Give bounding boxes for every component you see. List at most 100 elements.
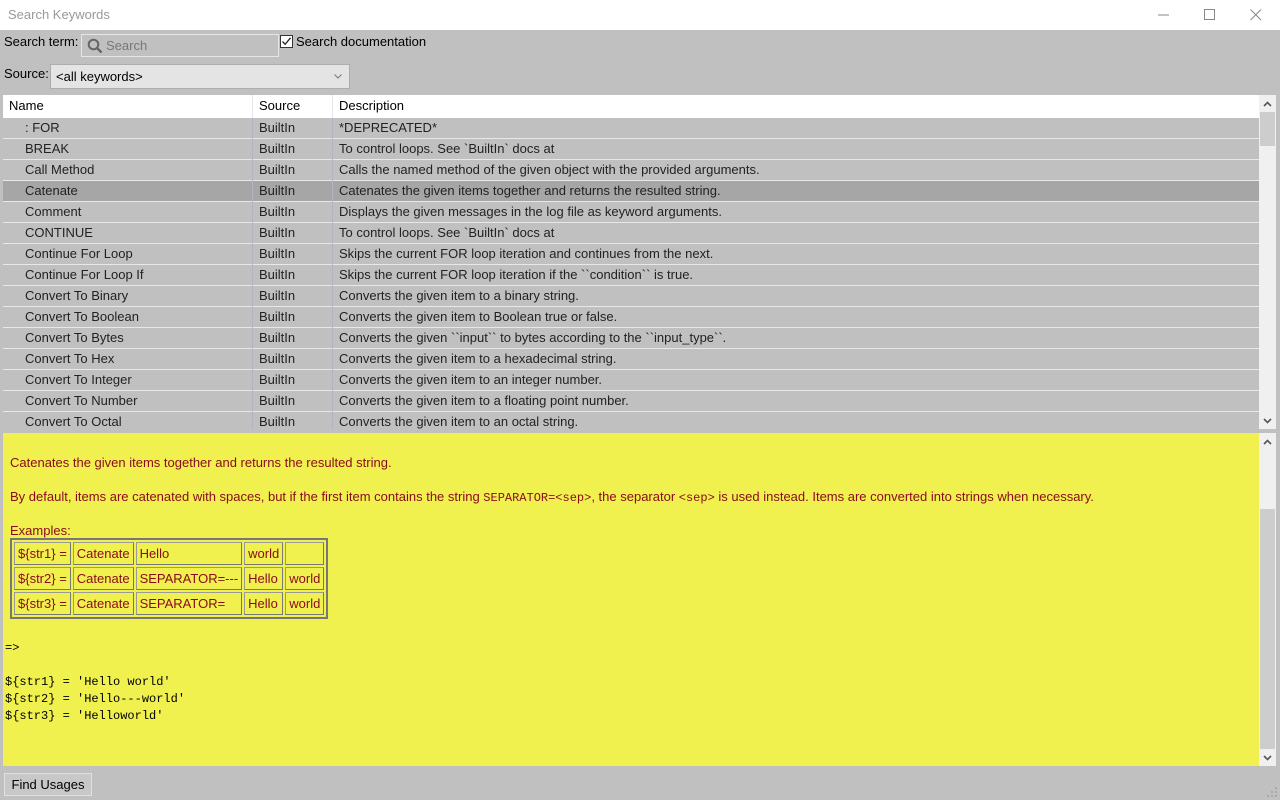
column-divider bbox=[252, 328, 253, 349]
scroll-up-button[interactable] bbox=[1259, 95, 1276, 112]
table-row[interactable]: Convert To Binary BuiltIn Converts the giv… bbox=[3, 286, 1259, 307]
cell-description: Converts the given item to a binary stri… bbox=[339, 288, 579, 303]
source-dropdown[interactable]: <all keywords> bbox=[50, 64, 350, 89]
doc-text: , the separator bbox=[591, 489, 679, 504]
column-divider bbox=[252, 244, 253, 265]
cell-source: BuiltIn bbox=[259, 120, 296, 135]
source-label: Source: bbox=[4, 66, 49, 81]
cell-description: Catenates the given items together and r… bbox=[339, 183, 721, 198]
title-bar: Search Keywords bbox=[0, 0, 1280, 30]
column-divider bbox=[332, 286, 333, 307]
doc-paragraph: By default, items are catenated with spa… bbox=[10, 489, 1094, 505]
table-scrollbar[interactable] bbox=[1259, 95, 1276, 429]
examples-table: ${str1} = Catenate Hello world ${str2} = Cate… bbox=[10, 538, 329, 619]
example-row: ${str1} = Catenate Hello world bbox=[14, 542, 325, 565]
column-divider bbox=[252, 370, 253, 391]
example-cell: ${str1} = bbox=[14, 542, 71, 565]
table-row[interactable]: Convert To Bytes BuiltIn Converts the give… bbox=[3, 328, 1259, 349]
cell-name: Convert To Boolean bbox=[25, 309, 139, 324]
cell-description: Skips the current FOR loop iteration if … bbox=[339, 267, 694, 282]
cell-name: Continue For Loop bbox=[25, 246, 133, 261]
doc-text: is used instead. Items are converted int… bbox=[714, 489, 1094, 504]
example-row: ${str3} = Catenate SEPARATOR= Hello world bbox=[14, 592, 325, 615]
minimize-button[interactable] bbox=[1141, 0, 1187, 30]
column-divider bbox=[252, 307, 253, 328]
table-row[interactable]: Comment BuiltIn Displays the given message… bbox=[3, 202, 1259, 223]
table-row[interactable]: Catenate BuiltIn Catenates the given items… bbox=[3, 181, 1259, 202]
cell-description: *DEPRECATED* bbox=[339, 120, 438, 135]
cell-name: Call Method bbox=[25, 162, 95, 177]
close-icon bbox=[1250, 9, 1262, 21]
scroll-up-button[interactable] bbox=[1259, 433, 1276, 450]
doc-text: By default, items are catenated with spa… bbox=[10, 489, 484, 504]
example-cell: world bbox=[244, 542, 284, 565]
example-cell: ${str3} = bbox=[14, 592, 71, 615]
column-divider bbox=[252, 118, 253, 139]
close-button[interactable] bbox=[1233, 0, 1279, 30]
example-cell: world bbox=[285, 567, 325, 590]
table-row[interactable]: Convert To Octal BuiltIn Converts the give… bbox=[3, 412, 1259, 429]
column-header-description[interactable]: Description bbox=[339, 98, 404, 113]
cell-description: To control loops. See `BuiltIn` docs at bbox=[339, 225, 555, 240]
column-header-name[interactable]: Name bbox=[9, 98, 44, 113]
example-cell: ${str2} = bbox=[14, 567, 71, 590]
cell-name: BREAK bbox=[25, 141, 70, 156]
window-title: Search Keywords bbox=[8, 7, 110, 22]
example-cell: SEPARATOR= bbox=[135, 592, 243, 615]
cell-name: : FOR bbox=[25, 120, 60, 135]
scroll-thumb[interactable] bbox=[1260, 509, 1275, 749]
find-usages-button[interactable]: Find Usages bbox=[4, 773, 92, 796]
scroll-down-button[interactable] bbox=[1259, 749, 1276, 766]
doc-summary: Catenates the given items together and r… bbox=[10, 455, 392, 470]
column-divider bbox=[332, 412, 333, 429]
chevron-down-icon bbox=[334, 74, 342, 79]
scroll-thumb[interactable] bbox=[1260, 112, 1275, 146]
table-row[interactable]: : FOR BuiltIn *DEPRECATED* bbox=[3, 118, 1259, 139]
cell-name: Continue For Loop If bbox=[25, 267, 144, 282]
checkmark-icon bbox=[282, 37, 292, 46]
table-row[interactable]: Continue For Loop If BuiltIn Skips the cur… bbox=[3, 265, 1259, 286]
search-input[interactable] bbox=[106, 37, 274, 54]
search-documentation-checkbox[interactable] bbox=[280, 35, 293, 48]
scroll-down-button[interactable] bbox=[1259, 412, 1276, 429]
cell-source: BuiltIn bbox=[259, 309, 296, 324]
column-divider[interactable] bbox=[332, 95, 333, 118]
table-row[interactable]: CONTINUE BuiltIn To control loops. See `Bu… bbox=[3, 223, 1259, 244]
cell-description: Converts the given item to an octal stri… bbox=[339, 414, 579, 429]
cell-name: Comment bbox=[25, 204, 82, 219]
table-row[interactable]: Convert To Hex BuiltIn Converts the given … bbox=[3, 349, 1259, 370]
column-divider bbox=[332, 181, 333, 202]
table-row[interactable]: Continue For Loop BuiltIn Skips the curren… bbox=[3, 244, 1259, 265]
maximize-button[interactable] bbox=[1187, 0, 1233, 30]
search-documentation-label[interactable]: Search documentation bbox=[296, 34, 426, 49]
examples-label: Examples: bbox=[10, 523, 71, 538]
cell-description: Converts the given item to Boolean true … bbox=[339, 309, 618, 324]
table-row[interactable]: BREAK BuiltIn To control loops. See `Built… bbox=[3, 139, 1259, 160]
result-line: ${str3} = 'Helloworld' bbox=[5, 709, 164, 723]
table-row[interactable]: Convert To Boolean BuiltIn Converts the gi… bbox=[3, 307, 1259, 328]
table-row[interactable]: Call Method BuiltIn Calls the named method… bbox=[3, 160, 1259, 181]
cell-source: BuiltIn bbox=[259, 351, 296, 366]
column-divider[interactable] bbox=[252, 95, 253, 118]
column-divider bbox=[332, 391, 333, 412]
example-cell bbox=[285, 542, 325, 565]
cell-description: To control loops. See `BuiltIn` docs at bbox=[339, 141, 555, 156]
chevron-up-icon bbox=[1263, 438, 1272, 445]
column-divider bbox=[332, 202, 333, 223]
cell-name: Convert To Binary bbox=[25, 288, 129, 303]
cell-description: Converts the given item to a hexadecimal… bbox=[339, 351, 617, 366]
doc-scrollbar[interactable] bbox=[1259, 433, 1276, 766]
cell-name: CONTINUE bbox=[25, 225, 93, 240]
column-divider bbox=[332, 265, 333, 286]
column-divider bbox=[252, 181, 253, 202]
doc-code: SEPARATOR=<sep> bbox=[483, 491, 592, 505]
column-header-source[interactable]: Source bbox=[259, 98, 300, 113]
table-row[interactable]: Convert To Number BuiltIn Converts the giv… bbox=[3, 391, 1259, 412]
doc-code: <sep> bbox=[678, 491, 715, 505]
example-cell: Hello bbox=[244, 592, 284, 615]
search-field[interactable] bbox=[81, 34, 279, 57]
column-divider bbox=[252, 286, 253, 307]
resize-grip-icon[interactable] bbox=[1266, 786, 1278, 798]
table-row[interactable]: Convert To Integer BuiltIn Converts the gi… bbox=[3, 370, 1259, 391]
cell-description: Calls the named method of the given obje… bbox=[339, 162, 760, 177]
